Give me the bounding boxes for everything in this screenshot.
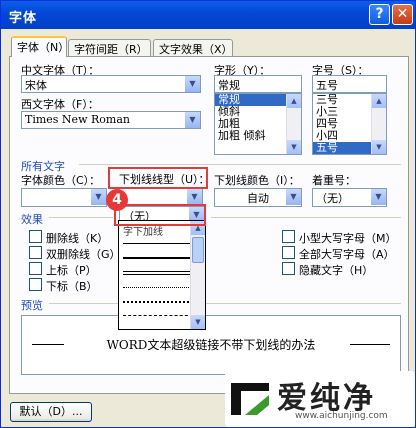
highlight-box: [114, 204, 206, 226]
default-button[interactable]: 默认（D）...: [10, 402, 92, 422]
emphasis-mark-value: （无）: [316, 192, 349, 205]
tab-font[interactable]: 字体（N）: [11, 36, 69, 57]
thick-underline-option[interactable]: [123, 257, 193, 259]
underline-color-label: 下划线颜色（I）：: [214, 174, 300, 187]
strikethrough-label: 删除线（K）: [46, 232, 109, 245]
emphasis-mark-label: 着重号：: [312, 174, 356, 187]
tab-text-effects[interactable]: 文字效果（X）: [153, 39, 233, 56]
scroll-thumb[interactable]: [192, 237, 204, 263]
subscript-label: 下标（B）: [46, 280, 98, 293]
help-button[interactable]: ?: [369, 4, 390, 25]
chinese-font-combo[interactable]: 宋体 ▼: [21, 75, 201, 93]
single-underline-option[interactable]: [123, 243, 193, 244]
preview-area: WORD文本超级链接不带下划线的办法: [21, 315, 401, 375]
underline-color-combo[interactable]: 自动 ▼: [214, 188, 302, 207]
vertical-scrollbar[interactable]: ▲ ▼: [286, 94, 301, 154]
western-font-combo[interactable]: Times New Roman ▼: [21, 111, 201, 129]
dashed-underline-option[interactable]: [123, 315, 193, 316]
scroll-up-icon[interactable]: ▲: [287, 94, 301, 108]
scroll-up-icon[interactable]: ▲: [372, 94, 386, 108]
scroll-down-icon[interactable]: ▼: [191, 315, 205, 329]
scroll-down-icon[interactable]: ▼: [287, 140, 301, 154]
watermark: 爱纯净 www.aichunjing.com: [225, 371, 415, 427]
subscript-checkbox[interactable]: [29, 278, 42, 291]
effects-section-label: 效果: [21, 213, 43, 226]
dialog-title: 字体: [9, 11, 38, 26]
thick-dotted-underline-option[interactable]: [123, 301, 193, 303]
all-caps-label: 全部大写字母（A）: [299, 248, 395, 261]
scroll-down-icon[interactable]: ▼: [372, 140, 386, 154]
font-size-value: 五号: [316, 79, 338, 92]
underline-color-value: 自动: [247, 192, 269, 205]
superscript-label: 上标（P）: [46, 264, 97, 277]
dotted-underline-option[interactable]: [123, 287, 193, 288]
chevron-down-icon[interactable]: ▼: [90, 189, 106, 205]
preview-right-rule: [350, 344, 390, 345]
double-underline-option[interactable]: [123, 271, 193, 275]
chevron-down-icon[interactable]: ▼: [285, 189, 301, 205]
chevron-down-icon[interactable]: ▼: [186, 189, 202, 205]
preview-text: WORD文本超级链接不带下划线的办法: [106, 338, 316, 352]
section-divider: [49, 217, 113, 218]
chevron-down-icon[interactable]: ▼: [184, 112, 200, 128]
western-font-value: Times New Roman: [25, 113, 130, 126]
small-caps-checkbox[interactable]: [282, 230, 295, 243]
superscript-checkbox[interactable]: [29, 262, 42, 275]
font-size-input[interactable]: 五号: [312, 75, 387, 93]
preview-section-label: 预览: [21, 299, 43, 312]
section-divider: [211, 217, 401, 218]
font-style-list[interactable]: 常规 倾斜 加粗 加粗 倾斜 ▲ ▼: [214, 93, 302, 155]
small-caps-label: 小型大写字母（M）: [299, 232, 397, 245]
hidden-text-checkbox[interactable]: [282, 262, 295, 275]
all-caps-checkbox[interactable]: [282, 246, 295, 259]
tab-character-spacing[interactable]: 字符间距（R）: [68, 39, 151, 56]
font-color-combo[interactable]: ▼: [21, 188, 107, 207]
vertical-scrollbar[interactable]: ▲ ▼: [190, 221, 205, 329]
brand-url: www.aichunjing.com: [295, 411, 388, 421]
section-divider: [49, 303, 401, 304]
emphasis-mark-combo[interactable]: （无） ▼: [312, 188, 387, 207]
font-color-label: 字体颜色（C）：: [21, 174, 101, 187]
font-dialog: 字体 ? ✕ 字体（N） 字符间距（R） 文字效果（X） 中文字体（T）： 宋体…: [0, 0, 416, 428]
chevron-down-icon[interactable]: ▼: [184, 76, 200, 92]
step-badge: 4: [106, 189, 128, 211]
vertical-scrollbar[interactable]: ▲ ▼: [371, 94, 386, 154]
brand-logo-icon: [231, 383, 269, 415]
strikethrough-checkbox[interactable]: [29, 230, 42, 243]
close-button[interactable]: ✕: [392, 4, 413, 25]
double-strikethrough-label: 双删除线（G）: [46, 248, 121, 261]
western-font-label: 西文字体（F）：: [21, 98, 99, 111]
chevron-down-icon[interactable]: ▼: [370, 189, 386, 205]
font-style-input[interactable]: 常规: [214, 75, 302, 93]
underline-type-dropdown[interactable]: 字下加线 ▲ ▼: [118, 220, 206, 330]
double-strikethrough-checkbox[interactable]: [29, 246, 42, 259]
highlight-box: [108, 167, 208, 189]
hidden-text-label: 隐藏文字（H）: [299, 264, 374, 277]
section-divider: [79, 164, 401, 165]
chinese-font-value: 宋体: [25, 79, 47, 92]
font-size-list[interactable]: 三号 小三 四号 小四 五号 ▲ ▼: [312, 93, 387, 155]
title-bar: 字体 ? ✕: [1, 1, 415, 29]
font-style-value: 常规: [218, 79, 240, 92]
